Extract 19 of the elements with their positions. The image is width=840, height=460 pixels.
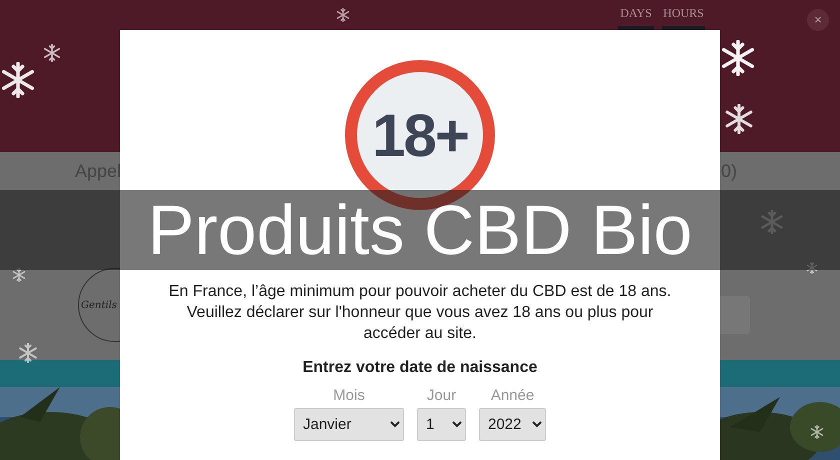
countdown-label: HOURS bbox=[663, 6, 704, 21]
snowflake-icon bbox=[12, 268, 26, 282]
snowflake-icon bbox=[43, 44, 61, 62]
date-select[interactable]: Janvier bbox=[294, 408, 404, 441]
snowflake-icon bbox=[724, 104, 754, 134]
field-label: Jour bbox=[426, 387, 456, 404]
dialog-message: En France, l’âge minimum pour pouvoir acheter du CBD est de 18 ans. Veuillez déclarer sur l'honneur que vous avez 18 ans ou plus pour accéder au site. bbox=[168, 282, 672, 344]
snowflake-icon bbox=[810, 425, 824, 439]
countdown-label: DAYS bbox=[620, 6, 652, 21]
snowflake-icon bbox=[0, 62, 36, 98]
snowflake-icon bbox=[720, 40, 756, 76]
date-select[interactable]: 2022 bbox=[479, 408, 546, 441]
snowflake-icon bbox=[336, 8, 350, 22]
field-label: Année bbox=[490, 387, 534, 404]
close-button[interactable]: × bbox=[807, 9, 829, 31]
date-select[interactable]: 1 bbox=[417, 408, 466, 441]
birthdate-prompt: Entrez votre date de naissance bbox=[302, 359, 538, 377]
field-label: Mois bbox=[333, 387, 365, 404]
snowflake-icon bbox=[18, 343, 38, 363]
